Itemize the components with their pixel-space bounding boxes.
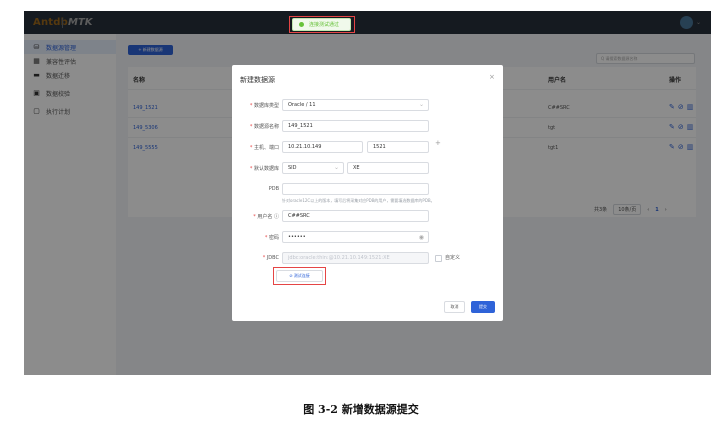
figure-caption: 图 3-2 新增数据源提交 <box>303 403 419 416</box>
port-input[interactable]: 1521 <box>367 141 429 153</box>
info-icon: ⓘ <box>273 214 279 220</box>
pdb-input[interactable] <box>282 183 429 195</box>
jdbc-input: jdbc:oracle:thin:@10.21.10.149:1521:XE <box>282 252 429 264</box>
submit-button[interactable]: 提交 <box>471 301 495 313</box>
page: Antdb MTK ⌄ ⛁ 数据源管理 ▦ 兼容性评估 ▬ 数据迁移 ▣ 数据校… <box>0 0 722 429</box>
ds-name-input[interactable]: 149_1521 <box>282 120 429 132</box>
username-label: * 用户名 ⓘ <box>253 214 279 220</box>
jdbc-label: * JDBC <box>262 255 279 261</box>
pdb-label: PDB <box>268 186 279 192</box>
ds-name-label: * 数据源名称 <box>249 124 279 130</box>
cancel-button[interactable]: 取消 <box>444 301 465 313</box>
new-datasource-dialog: 新建数据源 × * 数据库类型 Oracle / 11 ⌄ * 数据源名称 14… <box>232 65 503 321</box>
toast-highlight <box>289 16 355 33</box>
chevron-down-icon: ⌄ <box>333 164 339 171</box>
password-label: * 密码 <box>264 235 279 241</box>
custom-label: 自定义 <box>445 255 461 261</box>
host-label: * 主机、端口 <box>249 145 279 151</box>
pdb-hint: 针对oracle12C以上的版本，填写后将采集对应PDB的用户，需要填选数据库的… <box>282 198 435 203</box>
password-input[interactable]: •••••• ◉ <box>282 231 429 243</box>
close-icon[interactable]: × <box>489 73 495 81</box>
host-input[interactable]: 10.21.10.149 <box>282 141 363 153</box>
chevron-down-icon: ⌄ <box>418 101 424 108</box>
default-db-label: * 默认数据库 <box>249 166 279 172</box>
plus-icon[interactable]: + <box>435 139 441 147</box>
dialog-title: 新建数据源 <box>240 76 275 84</box>
default-db-type-select[interactable]: SID ⌄ <box>282 162 344 174</box>
default-db-input[interactable]: XE <box>347 162 429 174</box>
eye-icon[interactable]: ◉ <box>419 234 424 241</box>
screenshot-frame: Antdb MTK ⌄ ⛁ 数据源管理 ▦ 兼容性评估 ▬ 数据迁移 ▣ 数据校… <box>24 11 711 375</box>
db-type-select[interactable]: Oracle / 11 ⌄ <box>282 99 429 111</box>
test-button-highlight <box>273 267 326 285</box>
db-type-label: * 数据库类型 <box>249 103 279 109</box>
username-input[interactable]: C##SRC <box>282 210 429 222</box>
custom-checkbox[interactable] <box>435 255 442 262</box>
